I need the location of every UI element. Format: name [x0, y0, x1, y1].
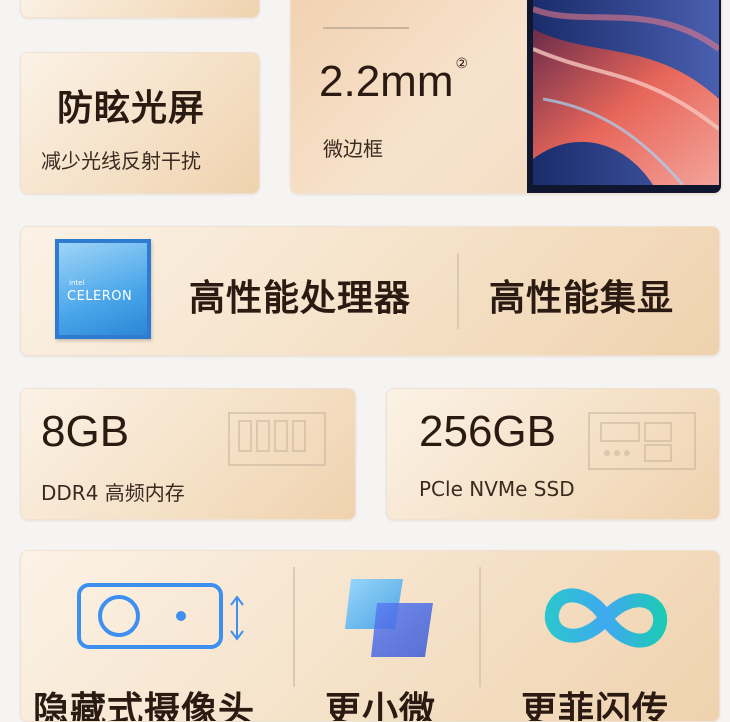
processor-title: 高性能处理器 [189, 278, 412, 319]
screen-image [527, 0, 721, 193]
bezel-label: 微边框 [323, 137, 383, 161]
hidden-camera-icon [77, 583, 244, 649]
ram-icon [228, 412, 326, 466]
bezel-top-line [323, 27, 409, 29]
ssd-icon [588, 412, 696, 470]
infinity-loop-icon [544, 588, 668, 648]
storage-size: 256GB [419, 407, 556, 456]
memory-size: 8GB [41, 407, 130, 456]
badge-model: CELERON [67, 289, 133, 304]
storage-card: 256GB PCle NVMe SSD [386, 388, 720, 520]
feature-hidden-camera: 隐藏式摄像头 [21, 551, 293, 721]
memory-card: 8GB DDR4 高频内存 [20, 388, 356, 520]
stacked-squares-icon [345, 579, 433, 657]
bezel-value: 2.2mm ② [319, 55, 469, 106]
processor-divider [457, 253, 459, 329]
feature-label: 隐藏式摄像头 [33, 690, 256, 722]
storage-desc: PCle NVMe SSD [419, 477, 575, 501]
wallpaper-swirl [533, 0, 719, 185]
features-card: 隐藏式摄像头 更小微 更菲闪传 [20, 550, 720, 722]
processor-card: intel CELERON 高性能处理器 高性能集显 [20, 226, 720, 356]
antiglare-card: 防眩光屏 减少光线反射干扰 [20, 52, 260, 194]
feature-label: 更小微 [325, 690, 437, 722]
celeron-badge: intel CELERON [55, 239, 151, 339]
antiglare-subtitle: 减少光线反射干扰 [41, 149, 201, 173]
bezel-card: 2.2mm ② 微边框 [290, 0, 722, 194]
antiglare-title: 防眩光屏 [57, 88, 206, 129]
badge-brand: intel [69, 279, 85, 287]
feature-transfer: 更菲闪传 [481, 551, 719, 721]
graphics-title: 高性能集显 [489, 278, 675, 319]
feature-small: 更小微 [295, 551, 479, 721]
top-partial-card [20, 0, 260, 18]
feature-label: 更菲闪传 [521, 690, 670, 722]
memory-desc: DDR4 高频内存 [41, 481, 185, 505]
